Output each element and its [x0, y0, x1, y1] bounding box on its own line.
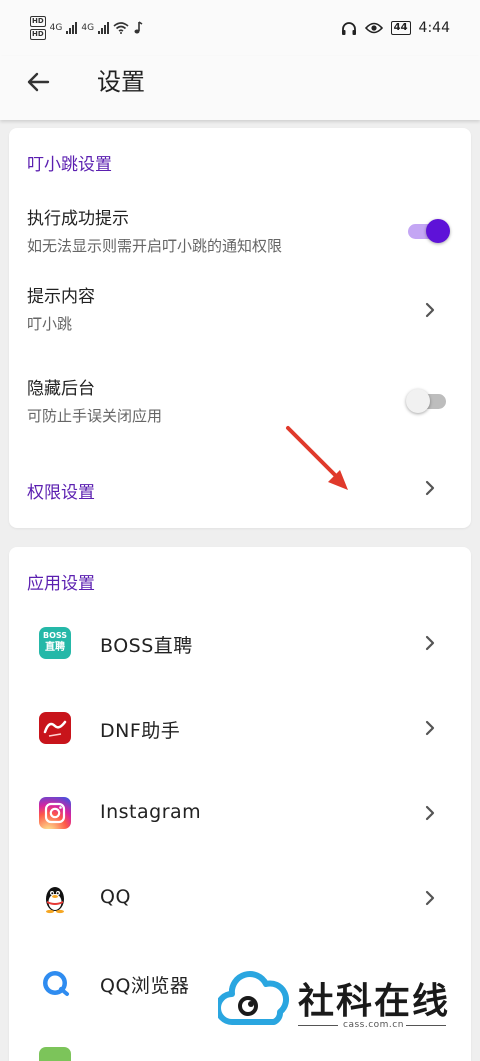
dingxiaotiao-settings-card: 叮小跳设置 执行成功提示 如无法显示则需开启叮小跳的通知权限 提示内容 叮小跳 …	[9, 128, 471, 528]
eye-icon	[364, 22, 383, 34]
signal-icon-1	[66, 22, 78, 34]
row-title: 提示内容	[27, 287, 95, 307]
row-success-notification[interactable]: 执行成功提示 如无法显示则需开启叮小跳的通知权限	[9, 198, 471, 266]
instagram-camera-shape	[44, 802, 66, 824]
row-permission-settings[interactable]: 权限设置	[9, 468, 471, 508]
chevron-right-icon	[425, 805, 435, 821]
watermark-line-left	[298, 1025, 338, 1026]
watermark-line-right	[406, 1025, 446, 1026]
watermark-url: cass.com.cn	[343, 1020, 404, 1030]
app-row-dnf[interactable]: DNF助手	[9, 694, 471, 764]
row-title: 隐藏后台	[27, 379, 95, 399]
hd-indicator: HD HD	[30, 16, 46, 40]
page-title: 设置	[97, 68, 145, 96]
qq-browser-icon	[39, 967, 71, 999]
watermark-text: 社科在线	[298, 981, 451, 1022]
clock: 4:44	[418, 20, 450, 36]
music-note-icon	[134, 21, 143, 34]
section-title-app-settings: 应用设置	[27, 574, 95, 594]
qq-penguin-icon	[39, 882, 71, 914]
instagram-icon	[39, 797, 71, 829]
row-subtitle: 可防止手误关闭应用	[27, 407, 163, 425]
row-prompt-content[interactable]: 提示内容 叮小跳	[9, 276, 471, 344]
app-name: DNF助手	[100, 720, 181, 742]
boss-icon-text-bottom: 直聘	[45, 642, 65, 653]
app-row-instagram[interactable]: Instagram	[9, 779, 471, 849]
next-app-icon-partial	[39, 1047, 71, 1061]
chevron-right-icon	[425, 480, 435, 496]
chevron-right-icon	[425, 635, 435, 651]
toggle-thumb	[406, 389, 430, 413]
watermark-cloud-logo	[218, 971, 289, 1025]
back-arrow-icon[interactable]	[22, 66, 54, 98]
chevron-right-icon	[425, 720, 435, 736]
dnf-logo-shape	[43, 720, 67, 737]
status-bar: HD HD 4G 4G 44 4:44	[0, 0, 480, 56]
chevron-right-icon	[425, 890, 435, 906]
status-right: 44 4:44	[341, 20, 450, 36]
app-name: QQ浏览器	[100, 975, 190, 997]
dnf-icon	[39, 712, 71, 744]
section-title-dingxiaotiao: 叮小跳设置	[27, 155, 112, 175]
app-name: Instagram	[100, 801, 202, 823]
status-left: HD HD 4G 4G	[30, 16, 143, 40]
chevron-right-icon	[425, 302, 435, 318]
boss-icon-text-top: BOSS	[42, 631, 68, 640]
qq-penguin-shape	[46, 887, 64, 914]
red-annotation-arrow	[286, 426, 348, 490]
app-row-qq[interactable]: QQ	[9, 864, 471, 934]
watermark: 社科在线 cass.com.cn	[218, 968, 468, 1038]
app-name: QQ	[100, 886, 131, 908]
toggle-thumb	[426, 219, 450, 243]
network-type-2: 4G	[81, 23, 95, 33]
boss-icon: BOSS 直聘	[39, 627, 71, 659]
battery-icon: 44	[390, 21, 411, 35]
wifi-icon	[113, 22, 129, 34]
row-title: 执行成功提示	[27, 209, 129, 229]
row-hide-background[interactable]: 隐藏后台 可防止手误关闭应用	[9, 368, 471, 436]
qq-browser-shape	[43, 971, 69, 996]
app-row-boss[interactable]: BOSS 直聘 BOSS直聘	[9, 609, 471, 679]
row-title: 权限设置	[27, 483, 95, 503]
network-type-1: 4G	[49, 23, 63, 33]
headphones-icon	[341, 21, 356, 35]
row-subtitle: 如无法显示则需开启叮小跳的通知权限	[27, 237, 283, 255]
hd-badge-2: HD	[30, 29, 46, 40]
hide-background-toggle[interactable]	[406, 388, 450, 414]
success-notification-toggle[interactable]	[406, 218, 450, 244]
app-name: BOSS直聘	[100, 635, 193, 657]
hd-badge-1: HD	[30, 16, 46, 27]
app-bar: 设置	[0, 56, 480, 120]
row-subtitle: 叮小跳	[27, 315, 73, 333]
signal-icon-2	[98, 22, 110, 34]
